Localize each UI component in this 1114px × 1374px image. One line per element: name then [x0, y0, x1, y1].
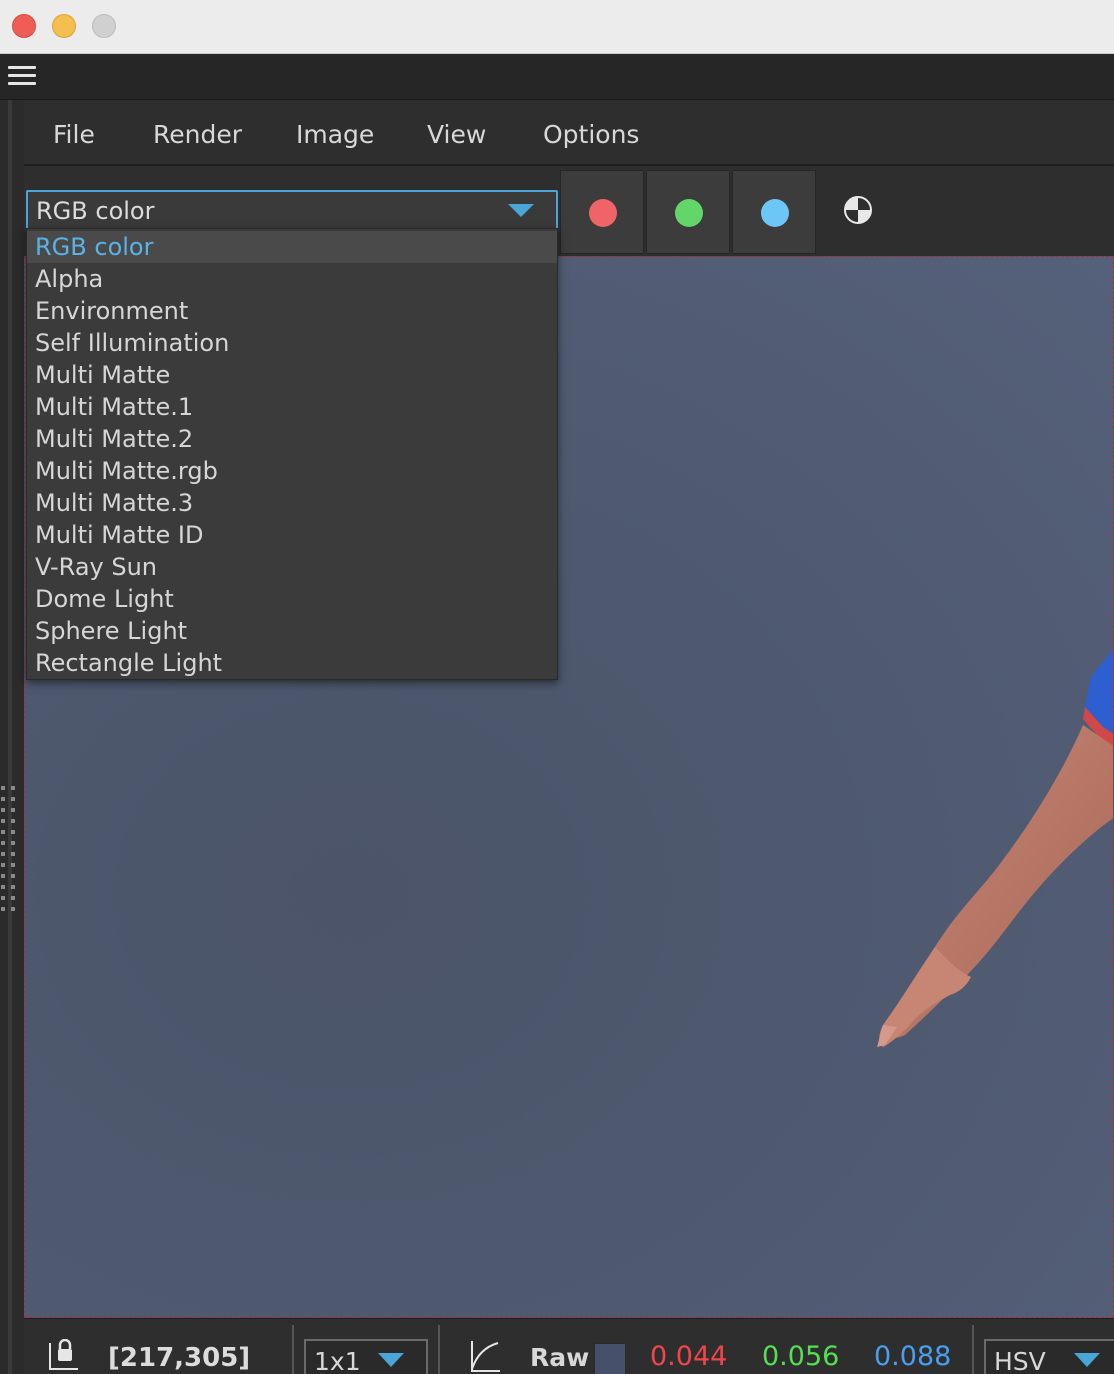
channel-option[interactable]: V-Ray Sun — [27, 551, 557, 583]
green-value: 0.056 — [762, 1341, 840, 1372]
channel-option[interactable]: Self Illumination — [27, 327, 557, 359]
red-value: 0.044 — [650, 1341, 728, 1372]
channel-select[interactable]: RGB color — [26, 190, 558, 230]
lock-icon[interactable] — [46, 1339, 80, 1374]
color-space-select[interactable]: HSV — [984, 1339, 1114, 1374]
panel-resize-grip[interactable] — [1, 786, 21, 916]
menubar: File Render Image View Options — [24, 100, 1114, 166]
menu-render[interactable]: Render — [153, 120, 242, 149]
red-dot-icon — [589, 199, 617, 227]
curve-icon[interactable] — [466, 1337, 502, 1374]
menu-image[interactable]: Image — [296, 120, 374, 149]
channel-option[interactable]: Multi Matte.2 — [27, 423, 557, 455]
channel-option[interactable]: Multi Matte.rgb — [27, 455, 557, 487]
color-mode-label: Raw — [530, 1343, 590, 1372]
top-toolbar — [0, 54, 1114, 100]
dropdown-caret-icon — [1074, 1353, 1100, 1367]
hamburger-menu-icon[interactable] — [8, 66, 36, 88]
channel-option[interactable]: Multi Matte.1 — [27, 391, 557, 423]
window-titlebar — [0, 0, 1114, 54]
window-close-button[interactable] — [12, 14, 36, 38]
channel-option[interactable]: Environment — [27, 295, 557, 327]
channel-option[interactable]: Alpha — [27, 263, 557, 295]
channel-option[interactable]: Sphere Light — [27, 615, 557, 647]
channel-option[interactable]: Multi Matte.3 — [27, 487, 557, 519]
dropdown-caret-icon — [378, 1353, 404, 1367]
menu-file[interactable]: File — [53, 120, 95, 149]
channel-option[interactable]: Dome Light — [27, 583, 557, 615]
blue-value: 0.088 — [874, 1341, 952, 1372]
red-channel-button[interactable] — [560, 170, 644, 254]
channel-select-value: RGB color — [36, 197, 155, 225]
sample-color-swatch — [594, 1343, 626, 1374]
window-maximize-button[interactable] — [92, 14, 116, 38]
channel-option[interactable]: Multi Matte — [27, 359, 557, 391]
menu-view[interactable]: View — [427, 120, 486, 149]
dropdown-caret-icon — [508, 204, 534, 217]
channel-option[interactable]: RGB color — [27, 231, 557, 263]
green-dot-icon — [675, 199, 703, 227]
window-minimize-button[interactable] — [52, 14, 76, 38]
sample-size-select[interactable]: 1x1 — [304, 1339, 428, 1374]
color-space-value: HSV — [994, 1347, 1046, 1374]
pixel-coordinates: [217,305] — [108, 1343, 251, 1373]
status-bar: [217,305] 1x1 Raw 0.044 0.056 0.088 HSV — [24, 1318, 1114, 1374]
channel-option[interactable]: Multi Matte ID — [27, 519, 557, 551]
menu-options[interactable]: Options — [543, 120, 639, 149]
sample-size-value: 1x1 — [314, 1347, 361, 1374]
channel-option[interactable]: Rectangle Light — [27, 647, 557, 679]
green-channel-button[interactable] — [646, 170, 730, 254]
left-panel-edge — [0, 100, 24, 1374]
blue-dot-icon — [761, 199, 789, 227]
monochrome-toggle-icon[interactable] — [844, 196, 872, 224]
blue-channel-button[interactable] — [732, 170, 816, 254]
channel-dropdown-list: RGB color Alpha Environment Self Illuminati… — [26, 228, 558, 680]
